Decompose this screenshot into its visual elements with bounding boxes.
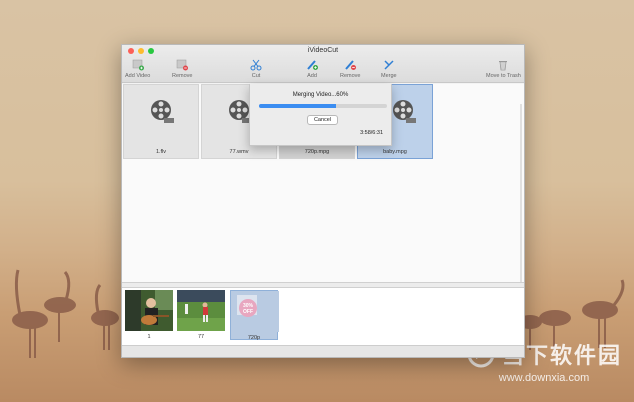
merge-progress-fill [259,104,336,108]
merge-progress-bar [259,104,387,108]
add-clip-icon [307,60,318,70]
move-to-trash-label: Move to Trash [486,73,521,79]
remove-video-button[interactable]: Remove [172,59,192,79]
merge-progress-dialog: Merging Video...60% Cancel 3:58/6:31 [249,84,392,146]
cancel-button[interactable]: Cancel [307,115,338,125]
move-to-trash-button[interactable]: Move to Trash [486,59,521,79]
video-name: 77.wmv [229,149,249,155]
window-title: iVideoCut [307,47,339,54]
titlebar: iVideoCut Add Video Remove Cut Add Remov… [122,45,524,83]
remove-video-icon [176,59,189,71]
clip-thumbnail-sports [177,290,225,331]
scissors-icon [250,59,262,71]
video-name: baby.mpg [383,149,407,155]
clip-item[interactable]: 1 [125,290,173,340]
merge-progress-message: Merging Video...60% [292,92,349,98]
cut-button[interactable]: Cut [249,59,263,79]
add-clip-label: Add [307,73,317,79]
clip-item-selected[interactable]: 30% OFF 720p [230,290,279,341]
watermark-site: www.downxia.com [498,372,590,384]
clip-label: 720p [247,335,261,341]
merge-time: 3:58/6:31 [360,130,383,136]
add-video-label: Add Video [125,73,151,79]
merge-icon [384,60,394,70]
status-bar [122,345,524,357]
add-video-icon [132,59,144,71]
clip-label: 1 [147,334,151,340]
add-video-button[interactable]: Add Video [125,59,150,79]
remove-clip-icon [345,60,357,70]
trash-icon [499,61,508,71]
merge-label: Merge [381,73,397,79]
add-clip-button[interactable]: Add [305,59,319,79]
clip-thumbnail-sale: 30% OFF [231,291,279,332]
merge-button[interactable]: Merge [381,59,397,79]
remove-clip-label: Remove [340,73,361,79]
video-thumbnail[interactable]: 1.flv [123,84,199,159]
video-grid-scrollbar[interactable] [520,104,522,284]
clip-item[interactable]: 77 [177,290,225,340]
video-name: 720p.mpg [304,149,330,155]
remove-clip-button[interactable]: Remove [340,59,360,79]
clip-label: 77 [197,334,205,340]
cut-label: Cut [251,73,261,79]
clip-overlay-line-2: OFF [243,309,253,315]
film-reel-icon [151,100,174,123]
remove-video-label: Remove [172,73,193,79]
clip-thumbnail-guitar [125,290,173,331]
film-reel-icon [393,100,416,123]
app-window: iVideoCut Add Video Remove Cut Add Remov… [121,44,525,358]
video-grid: 1.flv 77.wmv 720p.mpg baby.mpg Merging V… [122,84,524,284]
clip-strip: 1 77 30% OFF 720p [122,288,524,345]
video-name: 1.flv [155,149,167,155]
